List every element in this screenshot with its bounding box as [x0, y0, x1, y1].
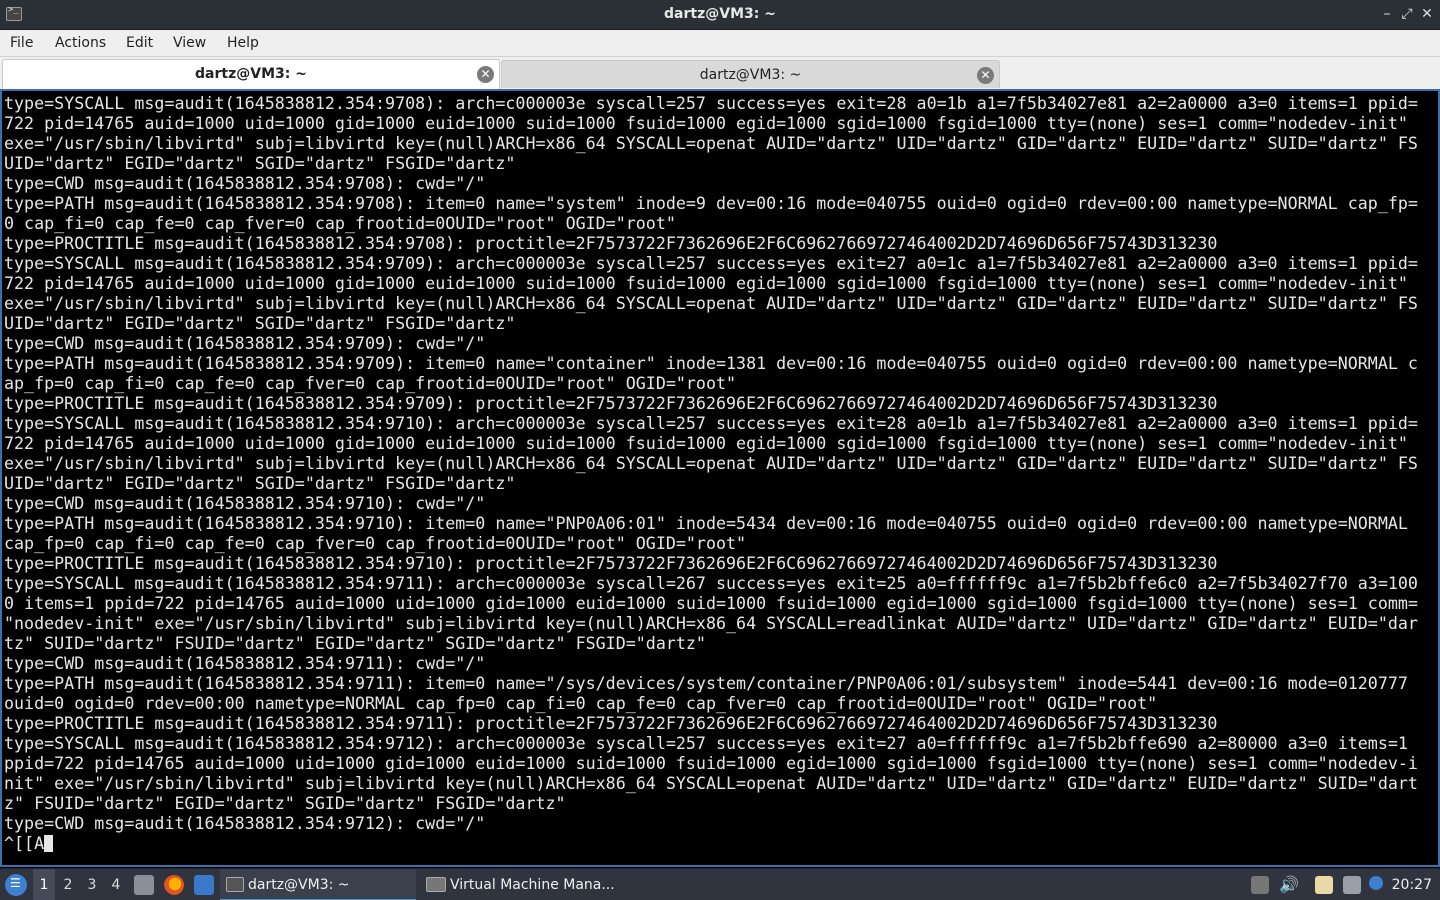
- terminal-line: 0 cap_fi=0 cap_fe=0 cap_fver=0 cap_froot…: [4, 214, 676, 233]
- tab-terminal-1[interactable]: dartz@VM3: ~ ✕: [2, 59, 500, 89]
- terminal-line: UID="dartz" EGID="dartz" SGID="dartz" FS…: [4, 314, 516, 333]
- terminal-line: "nodedev-init" exe="/usr/sbin/libvirtd" …: [4, 614, 1418, 633]
- task-terminal[interactable]: dartz@VM3: ~: [220, 869, 416, 900]
- terminal-icon: [226, 877, 244, 892]
- terminal-line: type=PATH msg=audit(1645838812.354:9710)…: [4, 514, 1408, 533]
- maximize-button[interactable]: ⤢: [1398, 4, 1416, 24]
- close-button[interactable]: ✕: [1418, 4, 1436, 24]
- terminal-line: 722 pid=14765 auid=1000 uid=1000 gid=100…: [4, 114, 1408, 133]
- window-titlebar[interactable]: dartz@VM3: ~ – ⤢ ✕: [0, 0, 1440, 30]
- updates-icon[interactable]: [1369, 876, 1383, 890]
- terminal-line: type=PATH msg=audit(1645838812.354:9711)…: [4, 674, 1408, 693]
- network-icon[interactable]: [1343, 876, 1361, 894]
- workspace-4[interactable]: 4: [105, 869, 127, 900]
- start-menu-icon[interactable]: [5, 874, 27, 896]
- terminal-line: type=SYSCALL msg=audit(1645838812.354:97…: [4, 734, 1408, 753]
- workspace-1[interactable]: 1: [33, 869, 55, 900]
- terminal-line: exe="/usr/sbin/libvirtd" subj=libvirtd k…: [4, 454, 1418, 473]
- tab-label: dartz@VM3: ~: [699, 67, 802, 83]
- terminal-line: type=CWD msg=audit(1645838812.354:9710):…: [4, 494, 486, 513]
- terminal-line: exe="/usr/sbin/libvirtd" subj=libvirtd k…: [4, 294, 1418, 313]
- menu-file[interactable]: File: [10, 35, 33, 51]
- tab-label: dartz@VM3: ~: [195, 66, 307, 82]
- tab-bar: dartz@VM3: ~ ✕ dartz@VM3: ~ ✕: [0, 57, 1440, 89]
- terminal-line: type=PROCTITLE msg=audit(1645838812.354:…: [4, 234, 1218, 253]
- terminal-line: ouid=0 ogid=0 rdev=00:00 nametype=NORMAL…: [4, 694, 1158, 713]
- menu-bar: File Actions Edit View Help: [0, 30, 1440, 57]
- menu-help[interactable]: Help: [227, 35, 259, 51]
- notes-icon[interactable]: [1315, 876, 1333, 894]
- virt-manager-icon: [426, 877, 446, 892]
- workspace-3[interactable]: 3: [81, 869, 103, 900]
- terminal-line: type=CWD msg=audit(1645838812.354:9708):…: [4, 174, 486, 193]
- terminal-line: UID="dartz" EGID="dartz" SGID="dartz" FS…: [4, 474, 516, 493]
- terminal-line: type=SYSCALL msg=audit(1645838812.354:97…: [4, 574, 1418, 593]
- tab-terminal-2[interactable]: dartz@VM3: ~ ✕: [501, 60, 1000, 88]
- terminal-line: tz" SUID="dartz" FSUID="dartz" EGID="dar…: [4, 634, 706, 653]
- menu-actions[interactable]: Actions: [55, 35, 106, 51]
- clipboard-icon[interactable]: [1251, 876, 1269, 894]
- terminal-line: type=CWD msg=audit(1645838812.354:9709):…: [4, 334, 486, 353]
- terminal-line: type=SYSCALL msg=audit(1645838812.354:97…: [4, 254, 1418, 273]
- terminal-line: 722 pid=14765 auid=1000 uid=1000 gid=100…: [4, 434, 1408, 453]
- terminal-line: type=CWD msg=audit(1645838812.354:9711):…: [4, 654, 486, 673]
- terminal-line: type=PROCTITLE msg=audit(1645838812.354:…: [4, 394, 1218, 413]
- desktop-icon[interactable]: [194, 875, 214, 895]
- terminal-line: type=PROCTITLE msg=audit(1645838812.354:…: [4, 554, 1218, 573]
- task-label: dartz@VM3: ~: [248, 877, 350, 893]
- terminal-line: z" FSUID="dartz" EGID="dartz" SGID="dart…: [4, 794, 566, 813]
- menu-view[interactable]: View: [173, 35, 206, 51]
- firefox-icon[interactable]: [164, 875, 184, 895]
- menu-edit[interactable]: Edit: [126, 35, 153, 51]
- minimize-button[interactable]: –: [1378, 4, 1396, 24]
- terminal-line: type=SYSCALL msg=audit(1645838812.354:97…: [4, 414, 1418, 433]
- workspace-2[interactable]: 2: [57, 869, 79, 900]
- terminal-line: ap_fp=0 cap_fi=0 cap_fe=0 cap_fver=0 cap…: [4, 374, 737, 393]
- terminal-line: exe="/usr/sbin/libvirtd" subj=libvirtd k…: [4, 134, 1418, 153]
- terminal-prompt-line[interactable]: ^[[A: [4, 834, 54, 854]
- text-cursor: [44, 835, 54, 852]
- terminal-line: type=CWD msg=audit(1645838812.354:9712):…: [4, 814, 486, 833]
- tab-close-icon[interactable]: ✕: [977, 67, 994, 84]
- terminal-line: type=SYSCALL msg=audit(1645838812.354:97…: [4, 94, 1418, 113]
- task-virt-manager[interactable]: Virtual Machine Mana...: [420, 869, 620, 900]
- tab-close-icon[interactable]: ✕: [477, 66, 494, 83]
- window-title: dartz@VM3: ~: [664, 6, 776, 22]
- file-manager-icon[interactable]: [134, 875, 154, 895]
- volume-icon[interactable]: 🔊: [1279, 876, 1299, 894]
- prompt-input: ^[[A: [4, 834, 45, 853]
- terminal-line: cap_fp=0 cap_fi=0 cap_fe=0 cap_fver=0 ca…: [4, 534, 747, 553]
- terminal-output[interactable]: type=SYSCALL msg=audit(1645838812.354:97…: [0, 89, 1440, 867]
- terminal-line: nit" exe="/usr/sbin/libvirtd" subj=libvi…: [4, 774, 1418, 793]
- terminal-line: 722 pid=14765 auid=1000 uid=1000 gid=100…: [4, 274, 1408, 293]
- terminal-line: type=PATH msg=audit(1645838812.354:9708)…: [4, 194, 1418, 213]
- terminal-line: type=PATH msg=audit(1645838812.354:9709)…: [4, 354, 1418, 373]
- task-label: Virtual Machine Mana...: [450, 877, 615, 893]
- terminal-line: UID="dartz" EGID="dartz" SGID="dartz" FS…: [4, 154, 516, 173]
- taskbar: 1 2 3 4 dartz@VM3: ~ Virtual Machine Man…: [0, 868, 1440, 900]
- terminal-line: 0 items=1 ppid=722 pid=14765 auid=1000 u…: [4, 594, 1418, 613]
- terminal-line: type=PROCTITLE msg=audit(1645838812.354:…: [4, 714, 1218, 733]
- clock[interactable]: 20:27: [1392, 869, 1432, 900]
- terminal-line: ppid=722 pid=14765 auid=1000 uid=1000 gi…: [4, 754, 1418, 773]
